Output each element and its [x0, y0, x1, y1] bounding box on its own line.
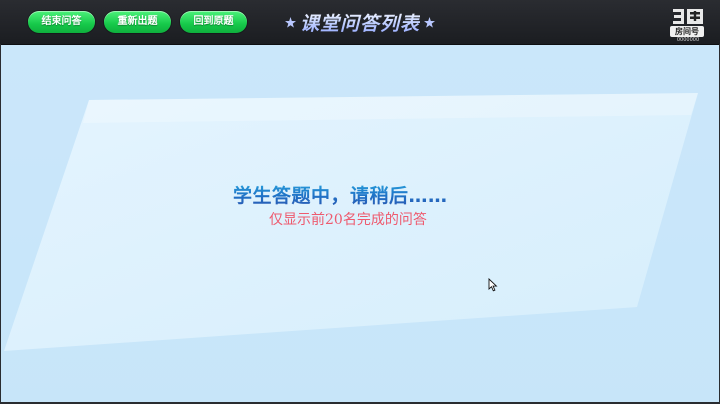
star-icon [284, 16, 296, 28]
back-to-question-button[interactable]: 回到原题 [180, 11, 247, 33]
room-number-badge: 房间号 [670, 26, 704, 37]
end-qa-button[interactable]: 结束问答 [28, 11, 95, 33]
qa-content-area: 学生答题中，请稍后…… 仅显示前20名完成的问答 [1, 45, 719, 402]
reissue-question-button[interactable]: 重新出题 [104, 11, 171, 33]
star-icon [424, 16, 435, 28]
classroom-qa-window: 结束问答 重新出题 回到原题 课堂问答列表 房间号 0000000 学生答题中，… [0, 0, 720, 404]
page-title-group: 课堂问答列表 [276, 8, 444, 36]
top-toolbar: 结束问答 重新出题 回到原题 课堂问答列表 房间号 0000000 [0, 0, 720, 45]
app-logo: 房间号 0000000 [668, 6, 706, 43]
mouse-pointer-icon [488, 278, 498, 292]
page-title: 课堂问答列表 [300, 9, 420, 36]
answering-status-text: 学生答题中，请稍后…… [233, 181, 503, 208]
room-number-value: 0000000 [676, 37, 700, 43]
top-20-note: 仅显示前20名完成的问答 [269, 212, 427, 228]
logo-mark-icon [673, 9, 703, 24]
